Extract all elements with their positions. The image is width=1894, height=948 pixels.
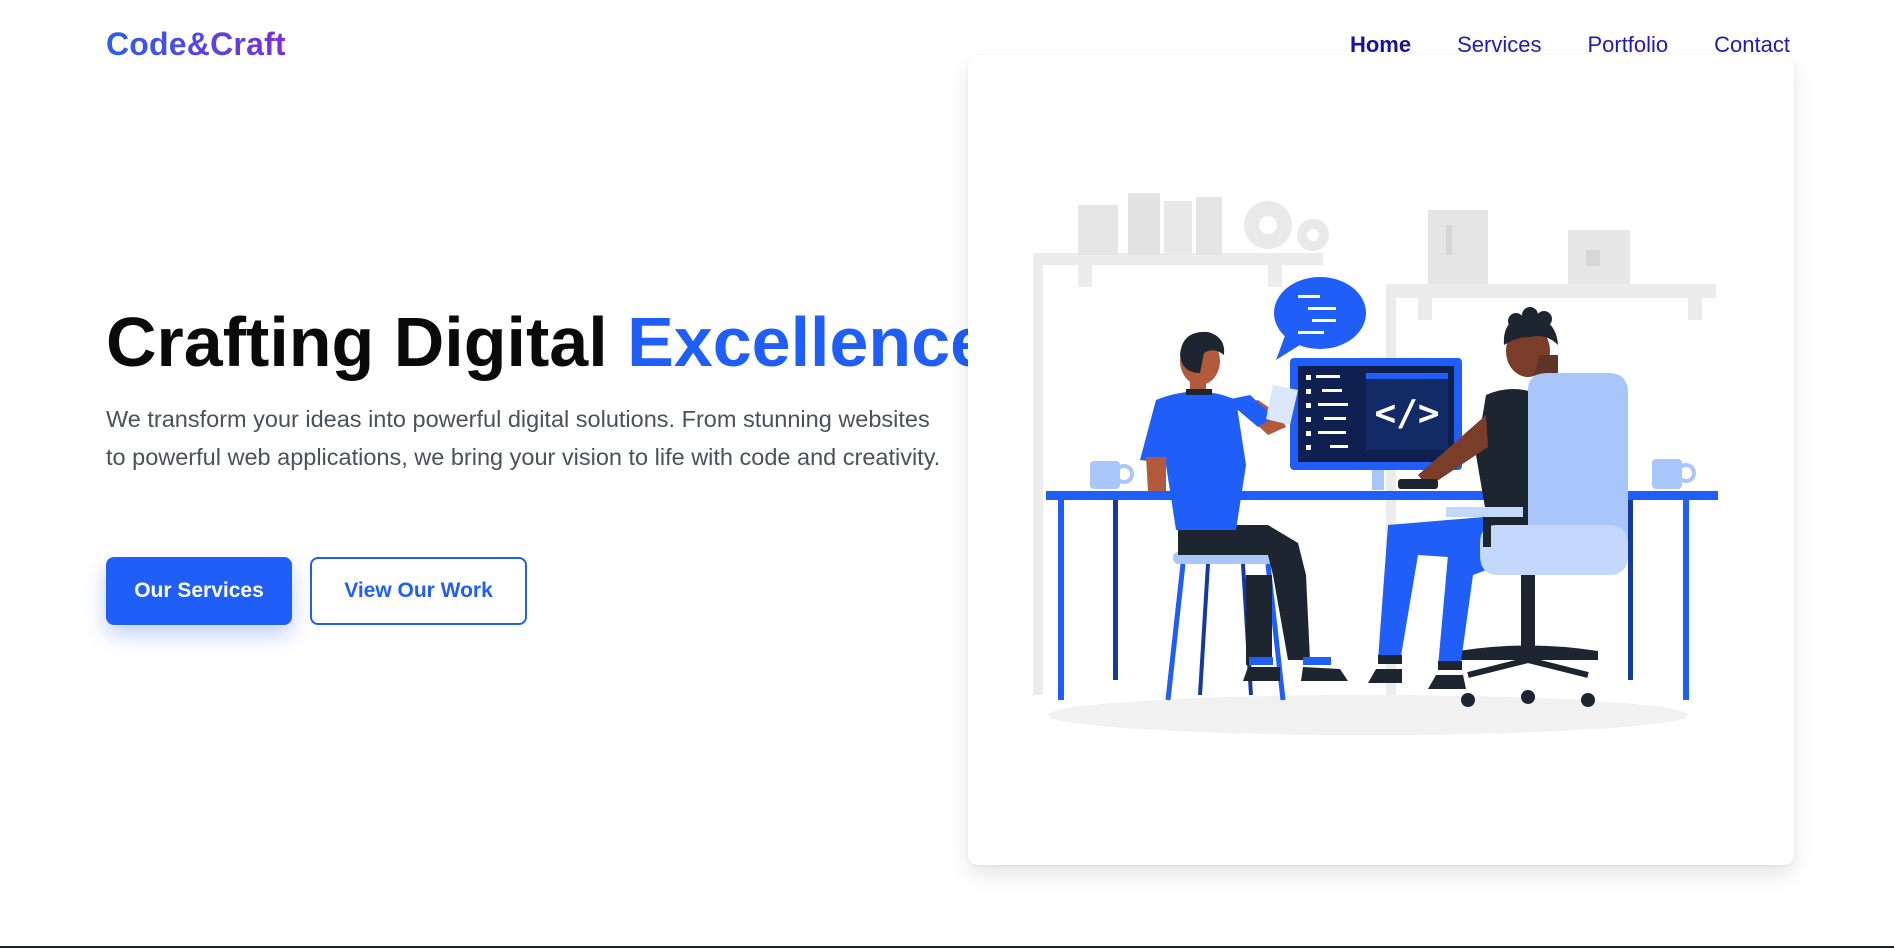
view-our-work-button[interactable]: View Our Work — [310, 557, 527, 625]
code-symbol: </> — [1374, 393, 1439, 434]
speech-bubble-icon — [1274, 277, 1366, 360]
cup-right — [1652, 459, 1696, 489]
hero-illustration-card: </> — [968, 55, 1794, 865]
logo[interactable]: Code&Craft — [106, 26, 286, 63]
cup-left — [1090, 461, 1134, 489]
hero-title: Crafting Digital Excellence — [106, 300, 989, 384]
developers-illustration: </> — [1033, 193, 1718, 735]
hero-title-accent: Excellence — [627, 303, 990, 381]
our-services-button[interactable]: Our Services — [106, 557, 292, 625]
hero-description: We transform your ideas into powerful di… — [106, 406, 941, 470]
hero-title-main: Crafting Digital — [106, 303, 628, 381]
page: Code&Craft Home Services Portfolio Conta… — [0, 0, 1894, 948]
